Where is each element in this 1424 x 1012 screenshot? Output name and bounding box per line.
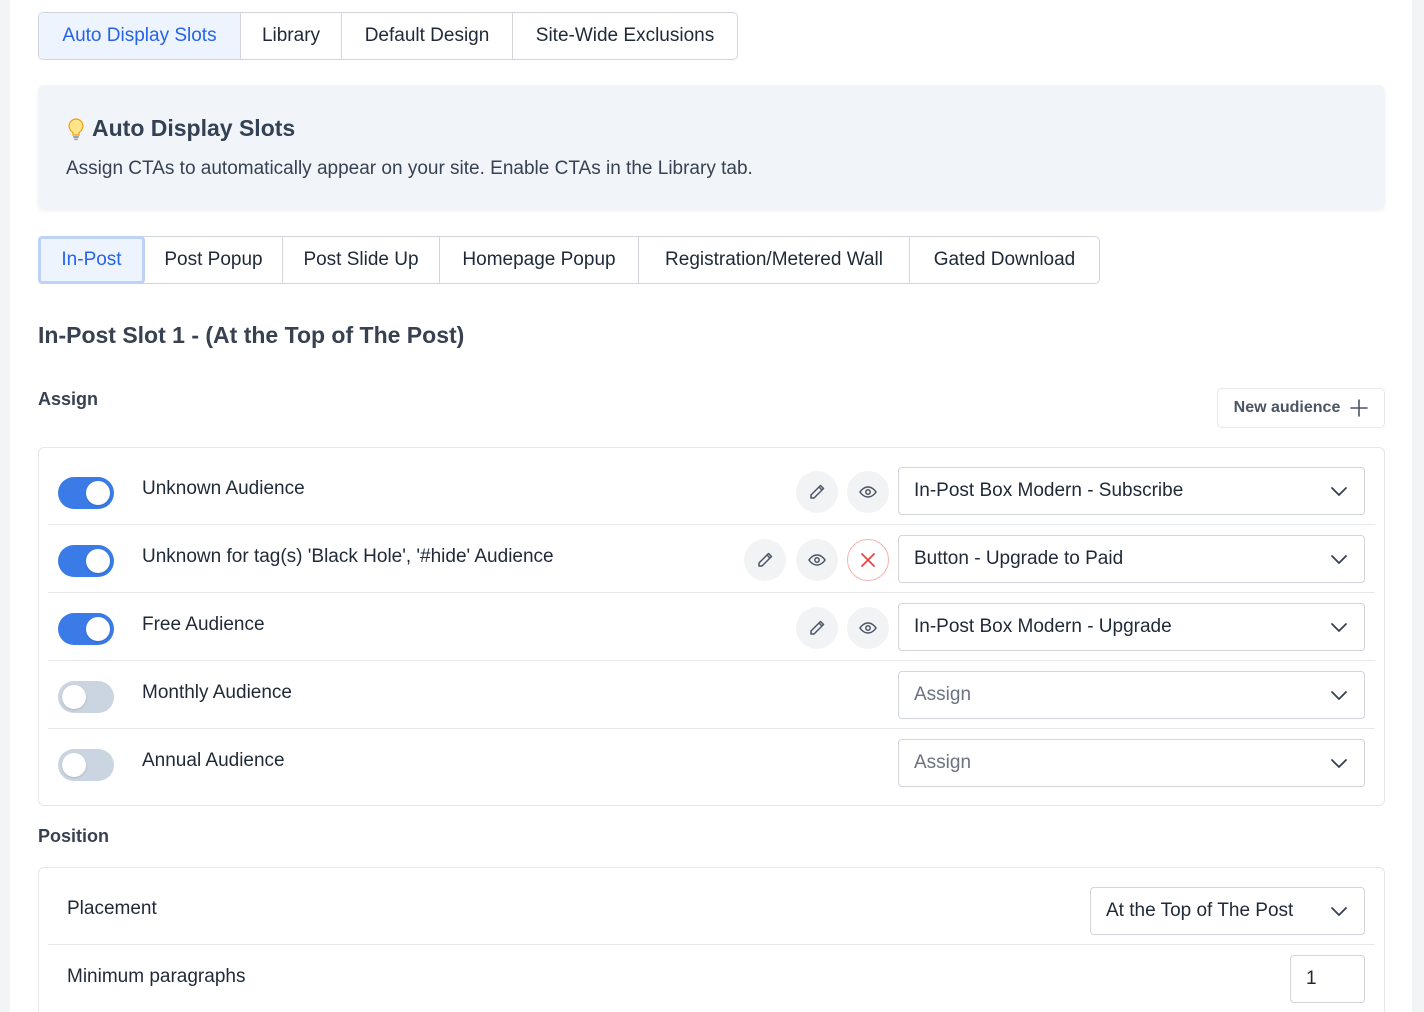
placement-select[interactable]: At the Top of The Post bbox=[1090, 887, 1365, 935]
position-label: Position bbox=[38, 826, 109, 846]
chevron-down-icon bbox=[1331, 555, 1347, 564]
audience-toggle[interactable] bbox=[58, 749, 114, 781]
chevron-down-icon bbox=[1331, 759, 1347, 768]
slot-title: In-Post Slot 1 - (At the Top of The Post… bbox=[38, 322, 465, 348]
preview-button[interactable] bbox=[847, 471, 889, 513]
toggle-knob bbox=[62, 685, 86, 709]
audience-label: Unknown Audience bbox=[142, 478, 305, 499]
new-audience-label: New audience bbox=[1233, 399, 1341, 416]
cta-select-placeholder: Assign bbox=[914, 684, 972, 705]
audience-row: Free Audience In-Post Box Modern - Upgra… bbox=[48, 593, 1375, 661]
edit-button[interactable] bbox=[796, 607, 838, 649]
placement-tabs: In-Post Post Popup Post Slide Up Homepag… bbox=[38, 236, 1100, 284]
preview-button[interactable] bbox=[847, 607, 889, 649]
close-icon bbox=[861, 553, 875, 567]
pencil-icon bbox=[810, 620, 825, 635]
placement-row: Placement At the Top of The Post bbox=[48, 877, 1375, 945]
placement-value: At the Top of The Post bbox=[1106, 900, 1294, 921]
audience-label: Unknown for tag(s) 'Black Hole', '#hide'… bbox=[142, 546, 554, 567]
eye-icon bbox=[859, 622, 877, 634]
top-tabs: Auto Display Slots Library Default Desig… bbox=[38, 12, 738, 60]
audience-toggle[interactable] bbox=[58, 681, 114, 713]
tab-homepage-popup[interactable]: Homepage Popup bbox=[440, 237, 639, 283]
edit-button[interactable] bbox=[796, 471, 838, 513]
tab-library[interactable]: Library bbox=[241, 13, 342, 59]
min-paragraphs-label: Minimum paragraphs bbox=[67, 966, 246, 987]
tab-auto-display-slots[interactable]: Auto Display Slots bbox=[39, 13, 241, 59]
cta-select-placeholder: Assign bbox=[914, 752, 972, 773]
info-card: Auto Display Slots Assign CTAs to automa… bbox=[38, 85, 1385, 209]
tab-default-design[interactable]: Default Design bbox=[342, 13, 513, 59]
info-heading: Auto Display Slots bbox=[66, 115, 295, 142]
new-audience-button[interactable]: New audience bbox=[1217, 388, 1385, 428]
placement-label: Placement bbox=[67, 898, 157, 919]
assign-label: Assign bbox=[38, 389, 99, 409]
eye-icon bbox=[808, 554, 826, 566]
preview-button[interactable] bbox=[796, 539, 838, 581]
tab-registration-metered-wall[interactable]: Registration/Metered Wall bbox=[639, 237, 910, 283]
main-panel: Auto Display Slots Library Default Desig… bbox=[10, 0, 1412, 1012]
cta-select-value: In-Post Box Modern - Upgrade bbox=[914, 616, 1172, 637]
cta-select[interactable]: Button - Upgrade to Paid bbox=[898, 535, 1365, 583]
chevron-down-icon bbox=[1331, 907, 1347, 916]
toggle-knob bbox=[86, 617, 110, 641]
audience-toggle[interactable] bbox=[58, 477, 114, 509]
audience-row: Unknown for tag(s) 'Black Hole', '#hide'… bbox=[48, 525, 1375, 593]
audience-row: Annual Audience Assign bbox=[48, 729, 1375, 797]
info-title: Auto Display Slots bbox=[92, 115, 296, 141]
cta-select[interactable]: In-Post Box Modern - Upgrade bbox=[898, 603, 1365, 651]
pencil-icon bbox=[810, 484, 825, 499]
audience-label: Annual Audience bbox=[142, 750, 285, 771]
plus-icon bbox=[1350, 399, 1369, 417]
remove-button[interactable] bbox=[847, 539, 889, 581]
cta-select-value: Button - Upgrade to Paid bbox=[914, 548, 1124, 569]
audience-toggle[interactable] bbox=[58, 545, 114, 577]
toggle-knob bbox=[86, 481, 110, 505]
eye-icon bbox=[859, 486, 877, 498]
min-paragraphs-row: Minimum paragraphs bbox=[48, 945, 1375, 1012]
cta-select[interactable]: In-Post Box Modern - Subscribe bbox=[898, 467, 1365, 515]
info-description: Assign CTAs to automatically appear on y… bbox=[66, 158, 753, 179]
audience-label: Free Audience bbox=[142, 614, 265, 635]
edit-button[interactable] bbox=[744, 539, 786, 581]
toggle-knob bbox=[62, 753, 86, 777]
chevron-down-icon bbox=[1331, 487, 1347, 496]
chevron-down-icon bbox=[1331, 691, 1347, 700]
cta-select[interactable]: Assign bbox=[898, 671, 1365, 719]
audience-toggle[interactable] bbox=[58, 613, 114, 645]
pencil-icon bbox=[758, 552, 773, 567]
chevron-down-icon bbox=[1331, 623, 1347, 632]
cta-select-value: In-Post Box Modern - Subscribe bbox=[914, 480, 1184, 501]
audience-label: Monthly Audience bbox=[142, 682, 292, 703]
lightbulb-icon bbox=[68, 117, 84, 140]
tab-post-popup[interactable]: Post Popup bbox=[145, 237, 283, 283]
tab-post-slide-up[interactable]: Post Slide Up bbox=[283, 237, 440, 283]
tab-gated-download[interactable]: Gated Download bbox=[910, 237, 1099, 283]
tab-in-post[interactable]: In-Post bbox=[38, 236, 145, 284]
audience-list: Unknown Audience In-Post Box Modern - Su… bbox=[38, 447, 1385, 806]
position-settings: Placement At the Top of The Post Minimum… bbox=[38, 867, 1385, 1012]
audience-row: Monthly Audience Assign bbox=[48, 661, 1375, 729]
min-paragraphs-input[interactable] bbox=[1290, 955, 1365, 1003]
audience-row: Unknown Audience In-Post Box Modern - Su… bbox=[48, 457, 1375, 525]
tab-site-wide-exclusions[interactable]: Site-Wide Exclusions bbox=[513, 13, 737, 59]
toggle-knob bbox=[86, 549, 110, 573]
cta-select[interactable]: Assign bbox=[898, 739, 1365, 787]
